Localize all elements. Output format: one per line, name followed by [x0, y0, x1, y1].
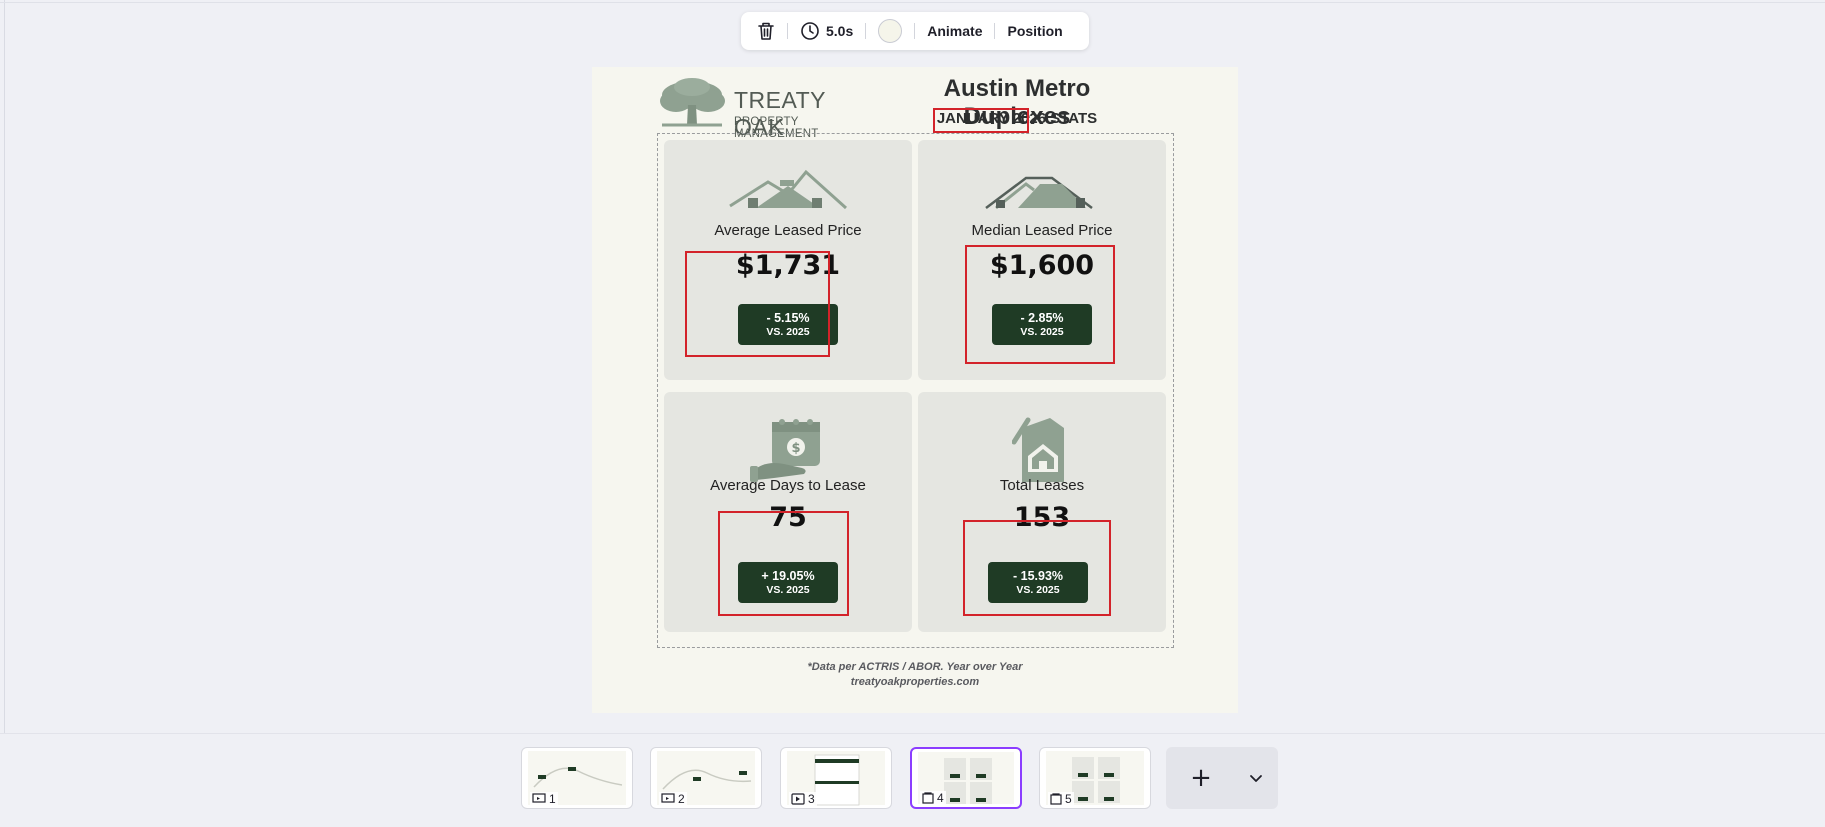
stat-label: Average Leased Price	[714, 222, 862, 239]
stat-label: Median Leased Price	[971, 222, 1113, 239]
duration-label: 5.0s	[826, 23, 854, 39]
houses-icon	[985, 176, 1093, 210]
stat-value: 75	[769, 502, 807, 533]
ruler-top	[0, 2, 1825, 3]
animate-button[interactable]: Animate	[921, 16, 988, 46]
color-button[interactable]	[872, 16, 908, 46]
plus-icon: +	[1190, 763, 1212, 793]
page-thumbnail[interactable]: 2	[650, 747, 762, 809]
page-thumbnail[interactable]: 1	[521, 747, 633, 809]
position-button[interactable]: Position	[1001, 16, 1068, 46]
color-swatch	[878, 19, 903, 43]
compare-label: VS. 2025	[1020, 325, 1064, 338]
toolbar-separator	[787, 23, 788, 39]
page-thumbnail[interactable]: 5	[1039, 747, 1151, 809]
stat-label: Total Leases	[999, 477, 1085, 494]
animate-label: Animate	[927, 23, 983, 39]
canvas-area[interactable]: 5.0s Animate Position TREATY OAK PROPERT…	[0, 0, 1825, 733]
toolbar-separator	[914, 23, 916, 39]
svg-text:$: $	[791, 441, 800, 456]
house-document-icon	[1012, 417, 1064, 482]
page-number: 1	[530, 792, 558, 806]
design-page[interactable]: TREATY OAK PROPERTY MANAGEMENT Austin Me…	[592, 67, 1238, 713]
stat-label: Average Days to Lease	[710, 477, 866, 494]
toolbar-separator	[994, 23, 996, 39]
duration-button[interactable]: 5.0s	[794, 16, 859, 46]
position-label: Position	[1007, 23, 1063, 39]
change-badge: - 2.85% VS. 2025	[992, 304, 1092, 345]
stat-card[interactable]: Total Leases 153 - 15.93% VS. 2025	[918, 392, 1166, 632]
change-percent: - 15.93%	[1012, 568, 1064, 583]
change-badge: - 5.15% VS. 2025	[738, 304, 838, 345]
page-subtitle[interactable]: JANUARY 2026 STATS	[892, 110, 1142, 127]
add-page-button[interactable]: +	[1166, 747, 1278, 809]
change-percent: - 2.85%	[1020, 310, 1064, 325]
compare-label: VS. 2025	[766, 583, 810, 596]
doc-icon	[922, 792, 934, 804]
chevron-down-icon[interactable]	[1236, 769, 1276, 788]
compare-label: VS. 2025	[1016, 583, 1060, 596]
presentation-icon	[661, 793, 675, 803]
trash-icon	[758, 22, 774, 40]
page-number: 5	[1048, 792, 1074, 806]
doc-icon	[1050, 793, 1062, 805]
page-number: 2	[659, 792, 687, 806]
stat-card[interactable]: Average Leased Price $1,731 - 5.15% VS. …	[664, 140, 912, 380]
delete-button[interactable]	[751, 16, 781, 46]
clock-icon	[801, 22, 819, 40]
calendar-hand-icon: $	[750, 419, 820, 482]
change-badge: + 19.05% VS. 2025	[738, 562, 838, 603]
website-text[interactable]: treatyoakproperties.com	[592, 676, 1238, 688]
page-thumbnail[interactable]: 3	[780, 747, 892, 809]
toolbar-separator	[865, 23, 867, 39]
stat-value: $1,731	[735, 250, 841, 281]
element-toolbar: 5.0s Animate Position	[741, 12, 1089, 50]
change-percent: - 5.15%	[766, 310, 810, 325]
presentation-icon	[532, 793, 546, 803]
video-icon	[791, 793, 805, 805]
company-logo[interactable]: TREATY OAK PROPERTY MANAGEMENT	[658, 77, 868, 140]
stat-card[interactable]: $ Average Days to Lease 75 + 19.05% VS. …	[664, 392, 912, 632]
stat-card[interactable]: Median Leased Price $1,600 - 2.85% VS. 2…	[918, 140, 1166, 380]
change-badge: - 15.93% VS. 2025	[988, 562, 1088, 603]
stat-value: 153	[1013, 502, 1071, 533]
stat-value: $1,600	[989, 250, 1095, 281]
compare-label: VS. 2025	[766, 325, 810, 338]
page-number: 3	[789, 792, 817, 806]
change-percent: + 19.05%	[761, 568, 815, 583]
page-number: 4	[920, 791, 946, 805]
footnote[interactable]: *Data per ACTRIS / ABOR. Year over Year	[592, 661, 1238, 673]
oak-tree-icon	[660, 78, 725, 127]
ruler-left	[4, 0, 5, 733]
house-icon	[729, 169, 848, 210]
page-thumbnail-current[interactable]: 4	[910, 747, 1022, 809]
